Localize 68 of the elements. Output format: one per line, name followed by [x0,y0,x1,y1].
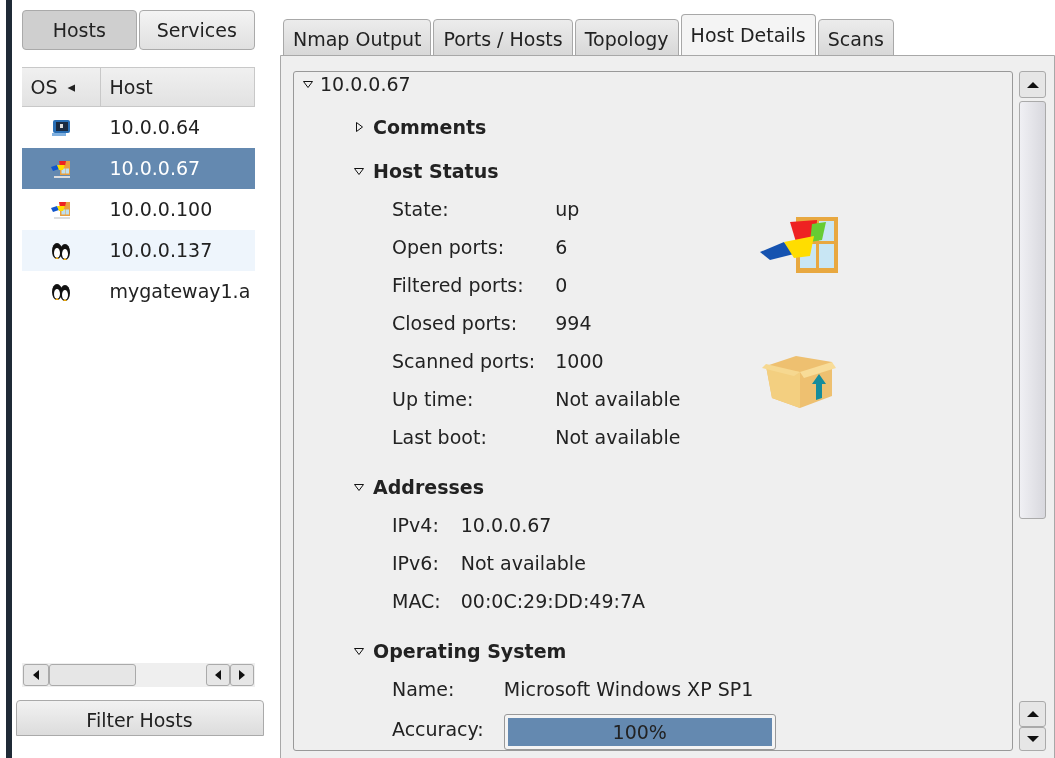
horizontal-scrollbar[interactable] [21,663,255,687]
scroll-left-icon[interactable] [22,664,49,686]
field-label: Scanned ports: [392,348,536,374]
expanded-arrow-icon[interactable] [302,80,314,88]
expanded-arrow-icon[interactable] [353,647,365,655]
field-value: Not available [460,550,587,576]
field-label: MAC: [392,588,441,614]
scroll-up-icon[interactable] [1019,701,1046,727]
field-value: 00:0C:29:DD:49:7A [460,588,645,614]
column-header[interactable]: OS ◂ [21,68,101,106]
section-title[interactable]: Comments [373,112,487,142]
monitor-icon [51,118,71,137]
scroll-up-icon[interactable] [1019,71,1046,98]
scroll-left-icon[interactable] [205,664,230,686]
field-label: Filtered ports: [392,272,525,298]
field-value: 0 [555,272,569,298]
host-address: 10.0.0.67 [108,156,201,182]
scrollbar-thumb[interactable] [1019,101,1046,519]
sort-indicator: ◂ [67,76,76,98]
field-label: Open ports: [392,234,506,260]
field-value: 6 [555,234,569,260]
field-value: Microsoft Windows XP SP1 [503,676,755,702]
collapsed-arrow-icon[interactable] [353,122,365,132]
field-label: IPv6: [392,550,440,576]
field-value: Not available [555,386,681,412]
field-label: Last boot: [392,424,488,450]
host-address: mygateway1.a [108,279,251,305]
field-label: Accuracy: [392,716,484,742]
tab[interactable]: Scans [817,19,894,56]
host-row[interactable]: 10.0.0.137 [21,230,255,271]
field-label: Up time: [392,386,475,412]
expanded-arrow-icon[interactable] [353,167,365,175]
window-flag-icon [50,199,72,220]
meter-reading: 100% [611,719,668,745]
tab[interactable]: Ports / Hosts [433,19,573,56]
field-value: 10.0.0.67 [460,512,553,538]
filter-hosts-button[interactable]: Filter Hosts [15,700,264,736]
field-value: 994 [555,310,593,336]
field-value: 1000 [555,348,605,374]
tab[interactable]: Nmap Output [283,19,432,56]
field-label: Name: [392,676,456,702]
scroll-right-icon[interactable] [229,664,254,686]
penguins-icon [50,240,72,261]
penguins-icon [50,281,72,302]
tab[interactable]: Host Details [680,14,816,56]
scroll-down-icon[interactable] [1019,727,1046,751]
column-header[interactable]: Host [100,68,255,106]
window-flag-icon [50,158,72,179]
section-title[interactable]: Operating System [373,636,567,666]
toggle-button[interactable]: Services [139,10,255,50]
host-address: 10.0.0.137 [108,238,213,264]
section-title[interactable]: Host Status [373,156,499,186]
host-row[interactable]: 10.0.0.67 [21,148,255,189]
scrollbar-thumb[interactable] [48,664,136,686]
field-value: Not available [555,424,681,450]
section-title[interactable]: Addresses [373,472,484,502]
tab[interactable]: Topology [574,19,679,56]
column-label: OS [30,74,58,100]
host-address: 10.0.0.100 [108,197,213,223]
host-title: 10.0.0.67 [320,72,411,97]
field-label: State: [392,196,450,222]
field-label: IPv4: [392,512,440,538]
column-label: Host [109,74,153,100]
field-value: up [555,196,581,222]
field-label: Closed ports: [392,310,519,336]
toggle-button[interactable]: Hosts [21,10,137,50]
expanded-arrow-icon[interactable] [353,483,365,491]
host-address: 10.0.0.64 [108,115,201,141]
